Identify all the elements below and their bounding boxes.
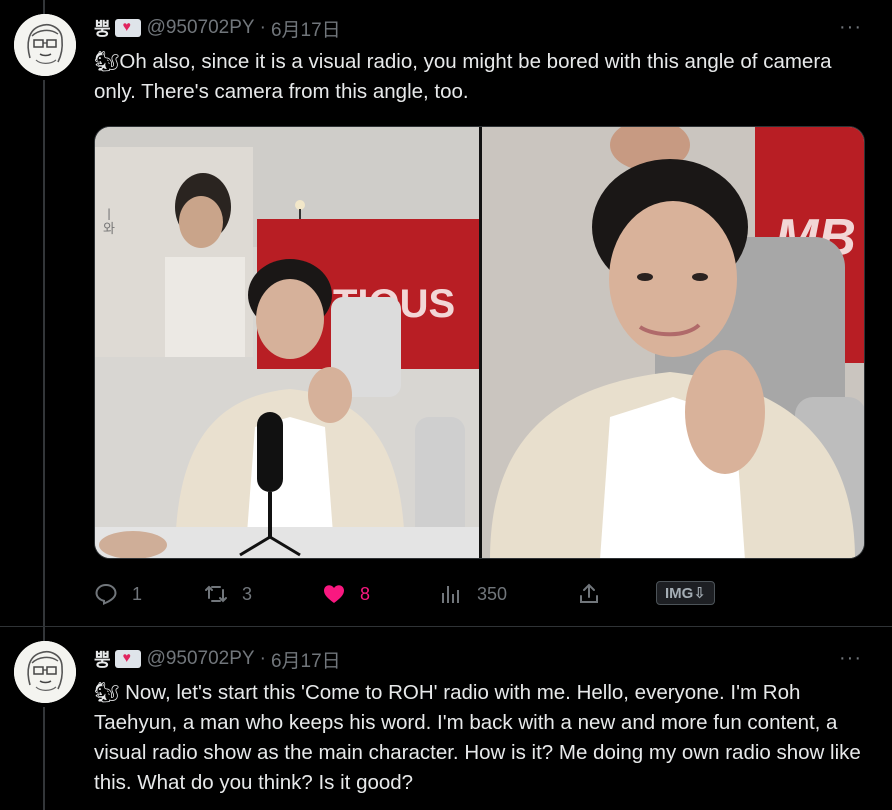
views-chart-icon	[442, 586, 459, 603]
tweet-body: Now, let's start this 'Come to ROH' radi…	[94, 681, 861, 794]
like-button[interactable]: 8	[322, 578, 370, 610]
more-options-icon[interactable]: ···	[839, 16, 862, 39]
heart-filled-icon	[324, 585, 344, 603]
display-name[interactable]: 뿡	[94, 646, 111, 672]
tweet-1[interactable]: 뿡 @950702PY · 6月17日 ··· 🐿Oh also, since …	[0, 0, 892, 626]
separator: ·	[259, 648, 266, 669]
svg-text:와: 와	[103, 222, 115, 237]
tweet-body: Oh also, since it is a visual radio, you…	[94, 50, 832, 103]
avatar[interactable]	[14, 641, 76, 703]
tweet-text: 🐿Oh also, since it is a visual radio, yo…	[94, 47, 874, 107]
media-photos: ㅣ 와 TIOUS	[95, 127, 865, 559]
squirrel-emoji: 🐿	[94, 682, 120, 704]
views-button[interactable]: 350	[439, 578, 507, 610]
reply-count: 1	[132, 583, 143, 604]
retweet-count: 3	[242, 583, 253, 604]
more-options-icon[interactable]: ···	[839, 647, 862, 670]
envelope-heart-icon	[114, 18, 141, 37]
thread-line	[43, 707, 45, 810]
display-name[interactable]: 뿡	[94, 15, 111, 41]
tweet-header: 뿡 @950702PY · 6月17日	[94, 646, 341, 673]
timestamp[interactable]: 6月17日	[271, 646, 341, 673]
photo-left[interactable]: ㅣ 와 TIOUS	[95, 127, 479, 559]
reply-button[interactable]: 1	[94, 578, 142, 610]
reply-icon	[95, 583, 117, 605]
img-download-button[interactable]: IMG⇩	[656, 581, 715, 605]
separator: ·	[259, 17, 266, 38]
action-bar: 1 3 8 350 IMG⇩	[94, 578, 734, 610]
envelope-heart-icon	[114, 649, 141, 668]
avatar[interactable]	[14, 14, 76, 76]
thread-line-top	[43, 0, 45, 14]
tweet-media[interactable]: ㅣ 와 TIOUS	[94, 126, 865, 559]
share-icon	[580, 583, 598, 603]
share-button[interactable]	[577, 578, 615, 610]
squirrel-emoji: 🐿	[94, 51, 120, 73]
photo-right[interactable]: MB	[482, 127, 865, 559]
retweet-icon	[205, 585, 227, 603]
thread-line	[43, 80, 45, 626]
tweet-text: 🐿 Now, let's start this 'Come to ROH' ra…	[94, 678, 874, 798]
svg-text:ㅣ: ㅣ	[103, 208, 115, 223]
tweet-2[interactable]: 뿡 @950702PY · 6月17日 ··· 🐿 Now, let's sta…	[0, 626, 892, 810]
timestamp[interactable]: 6月17日	[271, 15, 341, 42]
handle[interactable]: @950702PY	[147, 648, 255, 670]
handle[interactable]: @950702PY	[147, 17, 255, 39]
retweet-button[interactable]: 3	[204, 578, 252, 610]
tweet-header: 뿡 @950702PY · 6月17日	[94, 15, 341, 42]
thread-line-top	[43, 627, 45, 641]
view-count: 350	[477, 583, 508, 604]
like-count: 8	[360, 583, 371, 604]
